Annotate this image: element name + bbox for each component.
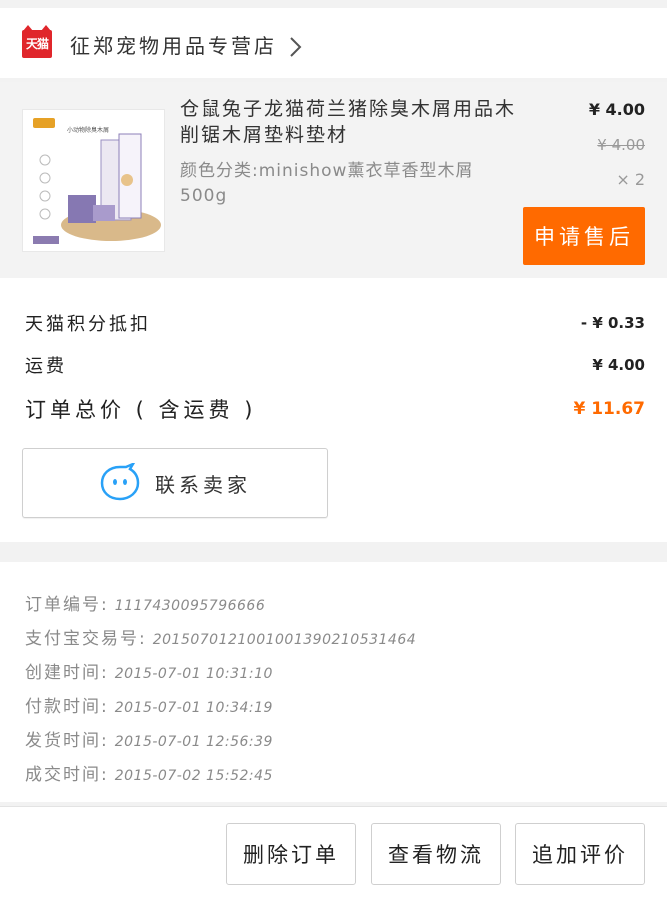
order-number-label: 订单编号: <box>25 595 109 615</box>
total-label: 订单总价 ( 含运费 ) <box>25 398 257 422</box>
created-time-value: 2015-07-01 10:31:10 <box>114 666 273 682</box>
completed-time-row: 成交时间: 2015-07-02 15:52:45 <box>25 760 273 785</box>
top-strip <box>0 0 667 8</box>
tmall-logo: 天猫 <box>22 25 52 58</box>
shipping-row: 运费 ¥ 4.00 <box>25 352 645 378</box>
shipping-value: ¥ 4.00 <box>592 356 645 374</box>
order-item[interactable]: 小动物除臭木屑 仓鼠兔子龙猫荷兰猪除臭木屑用品木削锯木屑垫料垫材 颜色分类:mi… <box>0 82 667 278</box>
points-label: 天猫积分抵扣 <box>25 314 151 335</box>
alipay-trade-label: 支付宝交易号: <box>25 629 147 649</box>
product-thumbnail[interactable]: 小动物除臭木屑 <box>22 109 165 252</box>
paid-time-label: 付款时间: <box>25 697 109 717</box>
store-header[interactable]: 天猫 征郑宠物用品专营店 <box>0 8 667 78</box>
product-title[interactable]: 仓鼠兔子龙猫荷兰猪除臭木屑用品木削锯木屑垫料垫材 <box>180 96 520 148</box>
completed-time-value: 2015-07-02 15:52:45 <box>114 768 273 784</box>
chevron-right-icon[interactable] <box>288 36 304 58</box>
product-original-price: ¥ 4.00 <box>597 136 645 154</box>
order-number-value: 1117430095796666 <box>114 598 266 614</box>
shipped-time-label: 发货时间: <box>25 731 109 751</box>
tmall-logo-text: 天猫 <box>25 37 49 51</box>
shipping-label: 运费 <box>25 356 67 377</box>
add-review-button[interactable]: 追加评价 <box>515 823 645 885</box>
product-image: 小动物除臭木屑 <box>23 110 164 251</box>
thumb-label: 小动物除臭木屑 <box>67 126 109 134</box>
shipped-time-value: 2015-07-01 12:56:39 <box>114 734 273 750</box>
total-value: ¥ 11.67 <box>573 399 645 419</box>
contact-seller-button[interactable]: 联系卖家 <box>22 448 328 518</box>
created-time-row: 创建时间: 2015-07-01 10:31:10 <box>25 658 273 683</box>
completed-time-label: 成交时间: <box>25 765 109 785</box>
shipped-time-row: 发货时间: 2015-07-01 12:56:39 <box>25 726 273 751</box>
alipay-trade-value: 2015070121001001390210531464 <box>152 632 417 648</box>
order-info: 订单编号: 1117430095796666 支付宝交易号: 20150701210… <box>0 562 667 802</box>
action-footer: 删除订单 查看物流 追加评价 <box>0 806 667 901</box>
created-time-label: 创建时间: <box>25 663 109 683</box>
product-quantity: × 2 <box>616 170 645 189</box>
view-logistics-button[interactable]: 查看物流 <box>371 823 501 885</box>
paid-time-value: 2015-07-01 10:34:19 <box>114 700 273 716</box>
store-name[interactable]: 征郑宠物用品专营店 <box>70 30 277 59</box>
order-summary: 天猫积分抵扣 - ¥ 0.33 运费 ¥ 4.00 订单总价 ( 含运费 ) ¥… <box>0 278 667 542</box>
contact-seller-label: 联系卖家 <box>155 472 251 497</box>
paid-time-row: 付款时间: 2015-07-01 10:34:19 <box>25 692 273 717</box>
product-sku: 颜色分类:minishow薰衣草香型木屑500g <box>180 161 474 206</box>
delete-order-button[interactable]: 删除订单 <box>226 823 356 885</box>
apply-aftersale-button[interactable]: 申请售后 <box>523 207 645 265</box>
chat-bubble-icon <box>100 463 140 501</box>
order-number-row: 订单编号: 1117430095796666 <box>25 590 265 615</box>
total-row: 订单总价 ( 含运费 ) ¥ 11.67 <box>25 394 645 424</box>
product-price: ¥ 4.00 <box>588 100 645 119</box>
points-value: - ¥ 0.33 <box>580 314 645 332</box>
alipay-trade-row: 支付宝交易号: 2015070121001001390210531464 <box>25 624 416 649</box>
points-row: 天猫积分抵扣 - ¥ 0.33 <box>25 310 645 336</box>
